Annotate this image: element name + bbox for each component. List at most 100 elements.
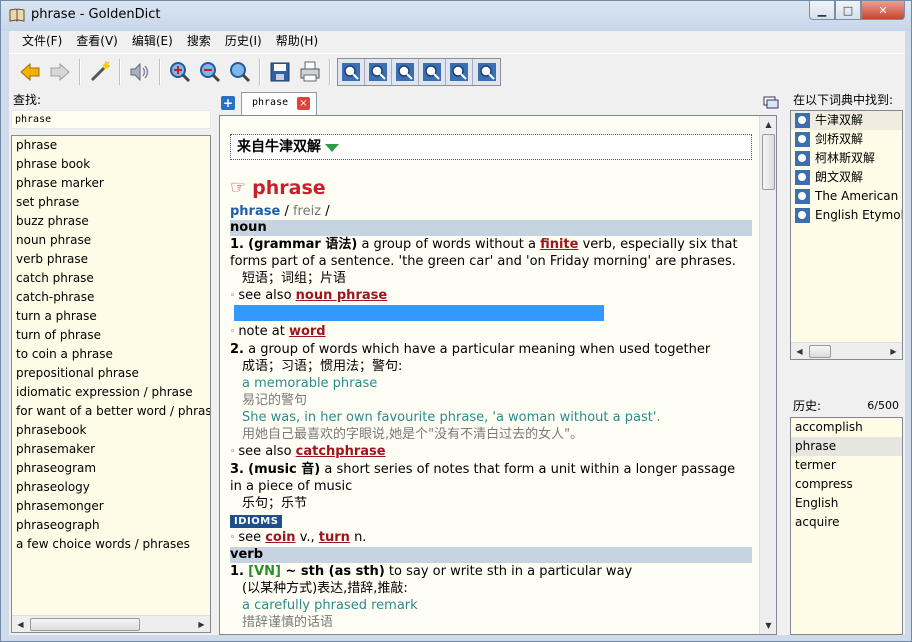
- word-list-item[interactable]: phrase book: [12, 155, 210, 174]
- history-item[interactable]: termer: [791, 456, 902, 475]
- word-list-item[interactable]: phraseogram: [12, 459, 210, 478]
- pronounce-button[interactable]: [125, 57, 154, 86]
- word-list-item[interactable]: a few choice words / phrases: [12, 535, 210, 554]
- word-list-item[interactable]: phrasebook: [12, 421, 210, 440]
- word-list-item[interactable]: phrase marker: [12, 174, 210, 193]
- search-input[interactable]: phrase: [11, 110, 211, 129]
- history-item[interactable]: acquire: [791, 513, 902, 532]
- zoom-in-button[interactable]: [165, 57, 194, 86]
- word-list-item[interactable]: phraseology: [12, 478, 210, 497]
- zoom-reset-button[interactable]: [225, 57, 254, 86]
- example: a memorable phrase: [242, 376, 378, 391]
- word-list-item[interactable]: phrasemaker: [12, 440, 210, 459]
- word-list-item[interactable]: for want of a better word / phrase: [12, 402, 210, 421]
- word-list-item[interactable]: catch-phrase: [12, 288, 210, 307]
- found-dictionary-item[interactable]: English Etymology: [791, 206, 902, 225]
- collapse-arrow-icon[interactable]: [325, 144, 339, 152]
- menu-help[interactable]: 帮助(H): [269, 31, 325, 52]
- dictionary-toggle-button[interactable]: [473, 59, 500, 85]
- word-list-item[interactable]: noun phrase: [12, 231, 210, 250]
- menu-view[interactable]: 查看(V): [69, 31, 125, 52]
- link-catchphrase[interactable]: catchphrase: [296, 444, 386, 459]
- dictionary-header[interactable]: 来自牛津双解: [230, 134, 752, 160]
- dictionary-toggle-button[interactable]: [446, 58, 473, 85]
- menu-edit[interactable]: 编辑(E): [125, 31, 180, 52]
- found-dictionary-item[interactable]: 柯林斯双解: [791, 149, 902, 168]
- bullet-icon: ◦: [230, 447, 236, 457]
- scroll-thumb[interactable]: [30, 618, 140, 631]
- menu-search[interactable]: 搜索: [180, 31, 218, 52]
- dictionary-toggle-button[interactable]: [419, 58, 446, 85]
- scroll-right-icon[interactable]: ▶: [885, 343, 902, 359]
- vertical-scrollbar[interactable]: ▲ ▼: [759, 116, 776, 634]
- back-icon: [19, 62, 39, 81]
- horizontal-scrollbar[interactable]: ◀ ▶: [12, 615, 210, 632]
- horizontal-scrollbar[interactable]: ◀ ▶: [791, 342, 902, 359]
- printer-icon: [300, 61, 319, 81]
- word-list-item[interactable]: phraseograph: [12, 516, 210, 535]
- minimize-button[interactable]: ▁: [809, 1, 835, 20]
- word-list-item[interactable]: turn of phrase: [12, 326, 210, 345]
- history-item[interactable]: phrase: [791, 437, 902, 456]
- tab-list-icon[interactable]: [763, 96, 779, 110]
- word-list-item[interactable]: to coin a phrase: [12, 345, 210, 364]
- see-also-1: ◦ see also noun phrase: [230, 287, 750, 323]
- pronunciation-line: phrase / freiz /: [230, 204, 330, 219]
- scroll-thumb[interactable]: [809, 345, 831, 358]
- save-button[interactable]: [265, 57, 294, 86]
- link-finite[interactable]: finite: [540, 237, 578, 252]
- word-list-item[interactable]: phrase: [12, 136, 210, 155]
- word-list-item[interactable]: idiomatic expression / phrase: [12, 383, 210, 402]
- found-dictionary-item[interactable]: 牛津双解: [791, 111, 902, 130]
- close-button[interactable]: ✕: [861, 1, 905, 20]
- scroll-right-icon[interactable]: ▶: [193, 616, 210, 632]
- menu-history[interactable]: 历史(I): [218, 31, 269, 52]
- back-button[interactable]: [15, 57, 44, 86]
- dictionary-toggle-button[interactable]: [365, 58, 392, 85]
- scroll-left-icon[interactable]: ◀: [12, 616, 29, 632]
- dictionary-icon: [477, 62, 496, 81]
- word-list-item[interactable]: phrasemonger: [12, 497, 210, 516]
- found-dictionary-item[interactable]: 朗文双解: [791, 168, 902, 187]
- history-list[interactable]: accomplish phrase termer compress Englis…: [790, 417, 903, 635]
- scroll-up-icon[interactable]: ▲: [760, 116, 776, 133]
- tab-phrase[interactable]: phrase ×: [241, 92, 317, 115]
- menu-file[interactable]: 文件(F): [15, 31, 69, 52]
- forward-button[interactable]: [45, 57, 74, 86]
- word-list-item[interactable]: buzz phrase: [12, 212, 210, 231]
- close-tab-icon[interactable]: ×: [297, 97, 310, 110]
- dictionary-toggle-button[interactable]: [338, 58, 365, 85]
- scroll-down-icon[interactable]: ▼: [760, 617, 776, 634]
- word-list-item[interactable]: prepositional phrase: [12, 364, 210, 383]
- add-tab-button[interactable]: +: [221, 96, 235, 110]
- scroll-left-icon[interactable]: ◀: [791, 343, 808, 359]
- found-dictionary-item[interactable]: 剑桥双解: [791, 130, 902, 149]
- link-turn[interactable]: turn: [319, 530, 350, 545]
- article-view[interactable]: 来自牛津双解 ☞ phrase phrase / freiz / noun 1.…: [219, 115, 777, 635]
- app-window: phrase - GoldenDict ▁ □ ✕ 文件(F) 查看(V) 编辑…: [0, 0, 912, 642]
- client-area: 文件(F) 查看(V) 编辑(E) 搜索 历史(I) 帮助(H) 查找: phr…: [9, 31, 905, 635]
- word-list-item[interactable]: verb phrase: [12, 250, 210, 269]
- word-list-item[interactable]: catch phrase: [12, 269, 210, 288]
- link-word[interactable]: word: [289, 324, 326, 339]
- found-dictionaries-list[interactable]: 牛津双解 剑桥双解 柯林斯双解 朗文双解 The American Herita…: [790, 110, 903, 360]
- link-noun-phrase[interactable]: noun phrase: [296, 288, 388, 303]
- word-list-item[interactable]: set phrase: [12, 193, 210, 212]
- scroll-thumb[interactable]: [762, 134, 775, 190]
- dictionary-toggle-button[interactable]: [392, 58, 419, 85]
- example: She was, in her own favourite phrase, 'a…: [242, 410, 661, 425]
- history-item[interactable]: English: [791, 494, 902, 513]
- maximize-button[interactable]: □: [835, 1, 861, 20]
- word-list-item[interactable]: turn a phrase: [12, 307, 210, 326]
- definition-1-translation: 短语；词组；片语: [242, 271, 347, 286]
- found-dictionary-item[interactable]: The American Heritage: [791, 187, 902, 206]
- zoom-out-button[interactable]: [195, 57, 224, 86]
- headword-text: phrase: [252, 177, 326, 199]
- print-button[interactable]: [295, 57, 324, 86]
- history-item[interactable]: compress: [791, 475, 902, 494]
- scan-popup-button[interactable]: [85, 57, 114, 86]
- link-coin[interactable]: coin: [265, 530, 295, 545]
- idioms-line: IDIOMS: [230, 512, 750, 529]
- word-list[interactable]: phrase phrase book phrase marker set phr…: [11, 135, 211, 633]
- history-item[interactable]: accomplish: [791, 418, 902, 437]
